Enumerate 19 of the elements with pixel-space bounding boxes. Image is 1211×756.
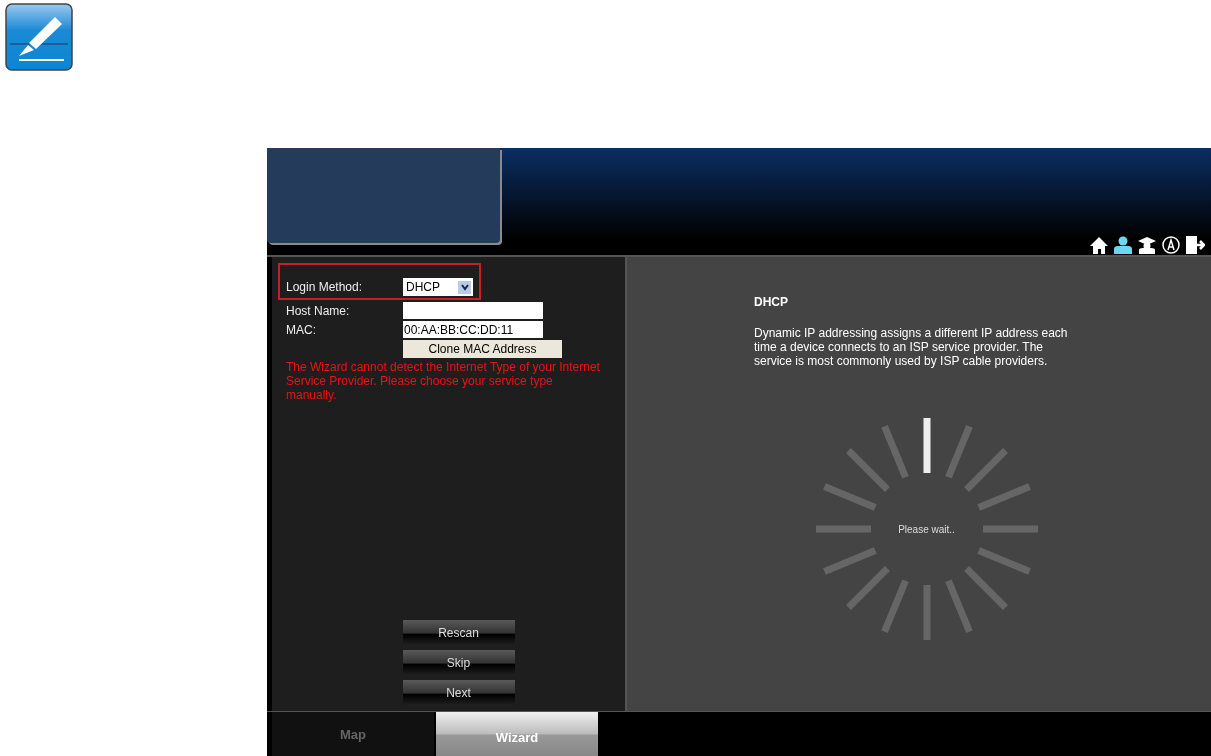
user-icon[interactable] <box>1113 235 1133 255</box>
exit-icon[interactable] <box>1185 235 1205 255</box>
please-wait-text: Please wait.. <box>898 523 955 535</box>
info-text: Dynamic IP addressing assigns a different IP address each time a device connects to an ISP service provider. The service is most commonly used by ISP cable providers. <box>754 326 1069 368</box>
action-button[interactable]: Skip <box>402 650 515 676</box>
pencil-note-icon <box>5 3 73 71</box>
error-message: The Wizard cannot detect the Internet Type of your Internet Service Provider. Please choose your service type manually. <box>286 360 601 402</box>
home-icon[interactable] <box>1089 235 1109 255</box>
action-button[interactable]: Next <box>402 680 515 706</box>
login-method-dropdown[interactable]: DHCP <box>403 278 473 296</box>
action-button[interactable]: Rescan <box>402 620 515 646</box>
caret-icon <box>458 280 471 294</box>
mac-label: MAC: <box>286 322 317 337</box>
host-name-field[interactable] <box>403 302 543 319</box>
info-title: DHCP <box>754 295 789 309</box>
mac-field[interactable]: 00:AA:BB:CC:DD:11 <box>403 321 543 338</box>
clone-mac-button[interactable]: Clone MAC Address <box>403 340 562 358</box>
login-method-label: Login Method: <box>286 280 364 294</box>
host-name-label: Host Name: <box>286 303 351 318</box>
